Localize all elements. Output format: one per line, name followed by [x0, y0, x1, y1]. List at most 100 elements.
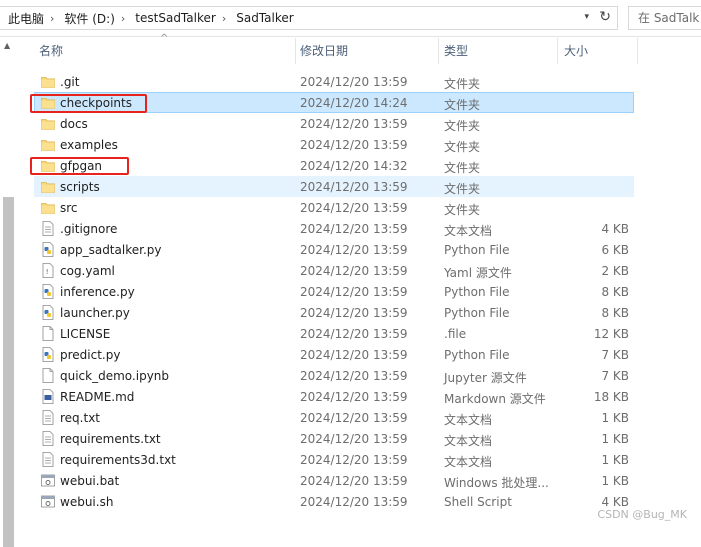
file-row[interactable]: gfpgan 2024/12/20 14:32 文件夹	[34, 155, 634, 176]
column-divider[interactable]	[295, 38, 296, 64]
folder-icon	[41, 179, 55, 194]
markdown-file-icon	[41, 389, 55, 404]
column-divider[interactable]	[557, 38, 558, 64]
chevron-right-icon[interactable]: ›	[220, 12, 228, 25]
breadcrumb-this-pc[interactable]: 此电脑	[0, 10, 48, 27]
file-type: 文件夹	[444, 140, 481, 154]
breadcrumb[interactable]: 此电脑 › 软件 (D:) › testSadTalker › SadTalke…	[0, 6, 618, 30]
file-row[interactable]: inference.py 2024/12/20 13:59 Python File 8…	[34, 281, 634, 302]
file-size: 4 KB	[601, 222, 629, 236]
search-input[interactable]: 在 SadTalk	[628, 6, 701, 30]
text-file-icon	[41, 431, 55, 446]
file-date: 2024/12/20 13:59	[300, 243, 408, 257]
file-row[interactable]: launcher.py 2024/12/20 13:59 Python File 8 …	[34, 302, 634, 323]
file-size: 12 KB	[593, 327, 629, 341]
column-header-date[interactable]: 修改日期	[300, 38, 348, 64]
file-size: 1 KB	[601, 411, 629, 425]
file-type: Yaml 源文件	[444, 266, 512, 280]
column-header-size[interactable]: 大小	[564, 38, 588, 64]
column-divider[interactable]	[438, 38, 439, 64]
file-row[interactable]: LICENSE 2024/12/20 13:59 .file 12 KB	[34, 323, 634, 344]
scroll-up-icon[interactable]: ▲	[4, 41, 10, 50]
file-row[interactable]: ! cog.yaml 2024/12/20 13:59 Yaml 源文件 2 KB	[34, 260, 634, 281]
file-name: src	[60, 201, 78, 215]
file-name: inference.py	[60, 285, 135, 299]
file-row[interactable]: req.txt 2024/12/20 13:59 文本文档 1 KB	[34, 407, 634, 428]
file-row[interactable]: webui.bat 2024/12/20 13:59 Windows 批处理... 1…	[34, 470, 634, 491]
file-name: webui.sh	[60, 495, 114, 509]
watermark: CSDN @Bug_MK	[597, 508, 687, 521]
file-date: 2024/12/20 13:59	[300, 411, 408, 425]
file-name: requirements.txt	[60, 432, 161, 446]
file-name: .git	[60, 75, 80, 89]
file-type: 文件夹	[444, 203, 481, 217]
text-file-icon	[41, 452, 55, 467]
column-header-type[interactable]: 类型	[444, 38, 468, 64]
navigation-pane[interactable]: ▲	[0, 37, 18, 547]
file-type: 文本文档	[444, 455, 493, 469]
file-size: 7 KB	[601, 369, 629, 383]
file-type: 文件夹	[444, 182, 481, 196]
chevron-down-icon[interactable]: ▾	[584, 12, 589, 22]
file-row[interactable]: quick_demo.ipynb 2024/12/20 13:59 Jupyter …	[34, 365, 634, 386]
file-date: 2024/12/20 13:59	[300, 75, 408, 89]
file-row[interactable]: README.md 2024/12/20 13:59 Markdown 源文件 18 …	[34, 386, 634, 407]
file-row[interactable]: requirements3d.txt 2024/12/20 13:59 文本文档 1 …	[34, 449, 634, 470]
file-date: 2024/12/20 13:59	[300, 138, 408, 152]
file-size: 8 KB	[601, 285, 629, 299]
breadcrumb-sadtalker[interactable]: SadTalker	[228, 11, 297, 25]
address-bar: 此电脑 › 软件 (D:) › testSadTalker › SadTalke…	[0, 0, 701, 37]
breadcrumb-testsadtalker[interactable]: testSadTalker	[127, 11, 220, 25]
file-date: 2024/12/20 13:59	[300, 222, 408, 236]
file-size: 6 KB	[601, 243, 629, 257]
text-file-icon	[41, 410, 55, 425]
file-row[interactable]: app_sadtalker.py 2024/12/20 13:59 Python F…	[34, 239, 634, 260]
scrollbar-thumb[interactable]	[3, 197, 14, 547]
file-row[interactable]: scripts 2024/12/20 13:59 文件夹	[34, 176, 634, 197]
file-name: gfpgan	[60, 159, 103, 173]
file-name: predict.py	[60, 348, 121, 362]
file-date: 2024/12/20 13:59	[300, 180, 408, 194]
column-divider[interactable]	[637, 38, 638, 64]
file-size: 4 KB	[601, 495, 629, 509]
refresh-icon[interactable]: ↻	[599, 9, 611, 25]
file-type: Python File	[444, 285, 510, 299]
file-name: README.md	[60, 390, 135, 404]
file-name: cog.yaml	[60, 264, 115, 278]
python-file-icon	[41, 305, 55, 320]
file-name: req.txt	[60, 411, 100, 425]
file-row[interactable]: checkpoints 2024/12/20 14:24 文件夹	[34, 92, 634, 113]
folder-icon	[41, 74, 55, 89]
svg-text:!: !	[45, 268, 49, 276]
file-row[interactable]: .git 2024/12/20 13:59 文件夹	[34, 71, 634, 92]
file-row[interactable]: .gitignore 2024/12/20 13:59 文本文档 4 KB	[34, 218, 634, 239]
file-name: quick_demo.ipynb	[60, 369, 170, 383]
folder-icon	[41, 95, 55, 110]
chevron-right-icon[interactable]: ›	[119, 12, 127, 25]
file-type: Windows 批处理...	[444, 476, 549, 490]
breadcrumb-drive-d[interactable]: 软件 (D:)	[56, 10, 118, 27]
python-file-icon	[41, 242, 55, 257]
chevron-right-icon[interactable]: ›	[48, 12, 56, 25]
column-header-name[interactable]: 名称	[39, 38, 63, 64]
file-name: examples	[60, 138, 118, 152]
file-name: checkpoints	[60, 96, 132, 110]
file-type: Python File	[444, 243, 510, 257]
file-type: 文件夹	[444, 119, 481, 133]
file-date: 2024/12/20 13:59	[300, 285, 408, 299]
file-row[interactable]: src 2024/12/20 13:59 文件夹	[34, 197, 634, 218]
batch-file-icon	[41, 473, 55, 488]
file-row[interactable]: docs 2024/12/20 13:59 文件夹	[34, 113, 634, 134]
file-row[interactable]: requirements.txt 2024/12/20 13:59 文本文档 1 KB	[34, 428, 634, 449]
file-row[interactable]: predict.py 2024/12/20 13:59 Python File 7 K…	[34, 344, 634, 365]
file-size: 1 KB	[601, 453, 629, 467]
file-date: 2024/12/20 13:59	[300, 264, 408, 278]
file-type: Jupyter 源文件	[444, 371, 527, 385]
file-date: 2024/12/20 14:24	[300, 96, 408, 110]
file-date: 2024/12/20 13:59	[300, 306, 408, 320]
file-size: 1 KB	[601, 474, 629, 488]
file-row[interactable]: examples 2024/12/20 13:59 文件夹	[34, 134, 634, 155]
file-date: 2024/12/20 13:59	[300, 495, 408, 509]
file-type: Python File	[444, 348, 510, 362]
file-row[interactable]: webui.sh 2024/12/20 13:59 Shell Script 4 KB	[34, 491, 634, 512]
